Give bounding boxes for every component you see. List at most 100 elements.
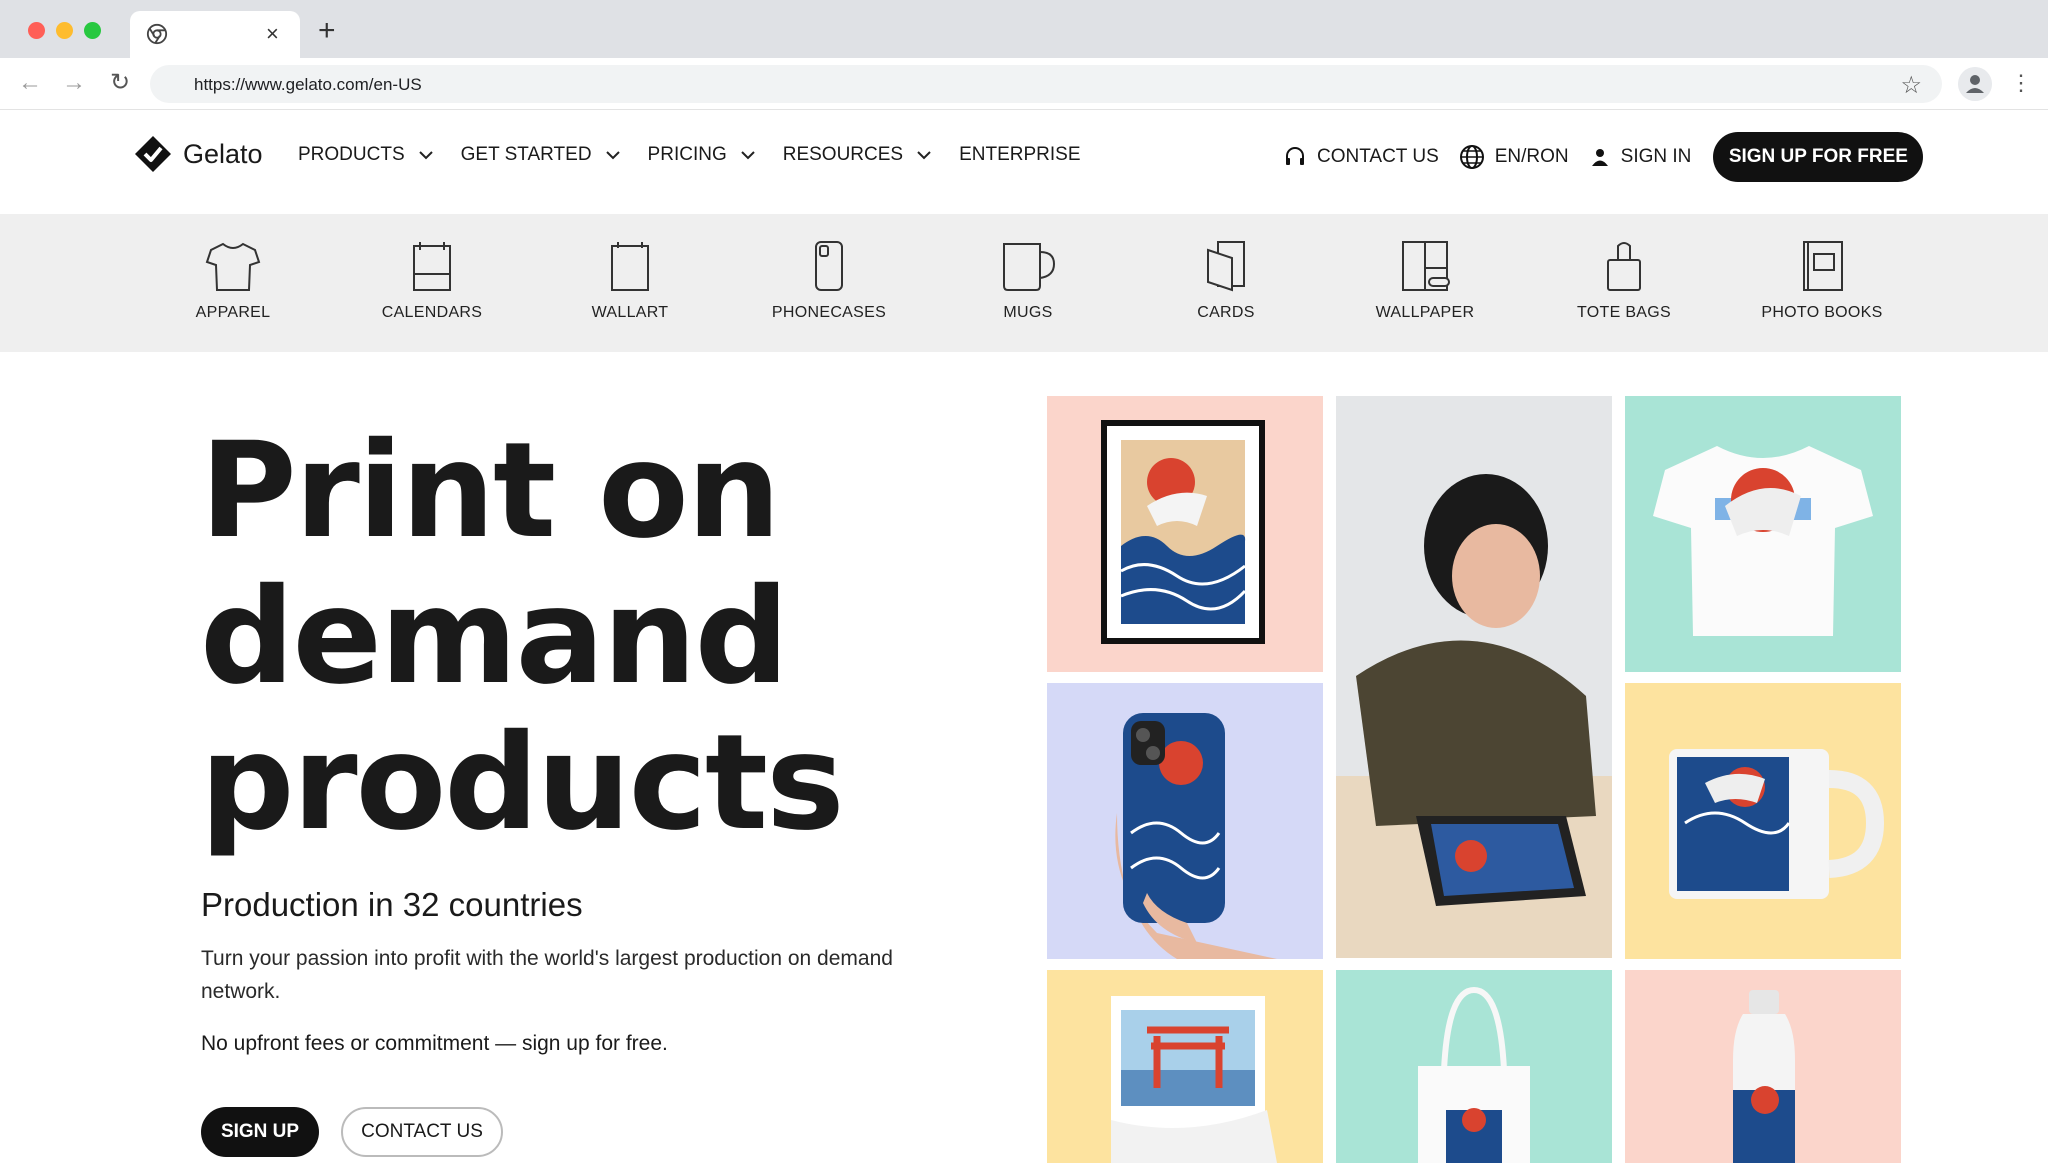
nav-pricing[interactable]: PRICING: [648, 144, 757, 166]
designer-photo-tile[interactable]: [1336, 396, 1612, 958]
back-arrow-icon[interactable]: ←: [16, 69, 44, 97]
bottle-image: [1733, 990, 1795, 1163]
nav-products-label: PRODUCTS: [298, 144, 405, 165]
bookmark-star-icon[interactable]: ☆: [1900, 71, 1922, 100]
hero-subtitle: Production in 32 countries: [201, 886, 583, 923]
category-calendars[interactable]: CALENDARS: [352, 238, 512, 322]
url-text[interactable]: https://www.gelato.com/en-US: [194, 75, 422, 95]
site-header: Gelato PRODUCTS GET STARTED PRICING RESO…: [0, 110, 2048, 214]
tshirt-image: [1653, 446, 1873, 636]
browser-tab[interactable]: ×: [130, 11, 300, 58]
chevron-down-icon: [917, 151, 931, 160]
hero-note: No upfront fees or commitment — sign up …: [201, 1032, 668, 1055]
category-bar: APPAREL CALENDARS WALLART PHONECASES MUG…: [0, 214, 2048, 352]
category-label: PHOTO BOOKS: [1761, 304, 1883, 321]
tab-close-icon[interactable]: ×: [266, 21, 279, 47]
reload-icon[interactable]: ↻: [106, 69, 134, 97]
totebag-icon: [1607, 242, 1641, 291]
forward-arrow-icon[interactable]: →: [60, 69, 88, 97]
category-phonecases[interactable]: PHONECASES: [749, 238, 909, 322]
designer-photo-image: [1336, 396, 1612, 958]
nav-resources-label: RESOURCES: [782, 144, 904, 165]
new-tab-button[interactable]: +: [318, 16, 336, 46]
address-bar[interactable]: https://www.gelato.com/en-US ☆: [150, 65, 1942, 103]
profile-avatar-icon[interactable]: [1958, 67, 1992, 101]
sign-in-link[interactable]: SIGN IN: [1589, 146, 1692, 168]
tote-bag-image: [1418, 986, 1530, 1163]
maximize-window-button[interactable]: [84, 22, 101, 39]
framed-print-tile[interactable]: [1047, 396, 1323, 672]
hero-description: Turn your passion into profit with the w…: [201, 947, 893, 1003]
sign-up-button[interactable]: SIGN UP: [201, 1107, 319, 1157]
mug-tile[interactable]: [1625, 683, 1901, 959]
language-selector[interactable]: EN/RON: [1459, 144, 1569, 170]
category-label: CARDS: [1197, 304, 1255, 321]
category-mugs[interactable]: MUGS: [948, 238, 1108, 322]
tote-bag-tile[interactable]: [1336, 970, 1612, 1163]
browser-tabbar: × +: [0, 0, 2048, 58]
logo-text: Gelato: [183, 138, 263, 169]
browser-toolbar: ← → ↻ https://www.gelato.com/en-US ☆ ⋮: [0, 58, 2048, 110]
headset-icon: [1286, 147, 1304, 165]
phonecase-icon: [815, 241, 843, 291]
wallart-icon: [611, 242, 649, 291]
language-label: EN/RON: [1494, 146, 1569, 167]
category-photo-books[interactable]: PHOTO BOOKS: [1742, 238, 1902, 322]
nav-enterprise-label: ENTERPRISE: [959, 144, 1081, 165]
calendar-image: [1111, 996, 1277, 1163]
category-label: WALLART: [591, 304, 669, 321]
contact-us-label: CONTACT US: [1317, 146, 1439, 167]
framed-print-image: [1101, 420, 1265, 644]
calendar-tile[interactable]: [1047, 970, 1323, 1163]
category-wallpaper[interactable]: WALLPAPER: [1345, 238, 1505, 322]
gelato-logo[interactable]: Gelato: [133, 134, 263, 174]
category-wallart[interactable]: WALLART: [550, 238, 710, 322]
sign-in-label: SIGN IN: [1620, 146, 1692, 167]
close-window-button[interactable]: [28, 22, 45, 39]
category-apparel[interactable]: APPAREL: [153, 238, 313, 322]
user-icon: [1591, 149, 1608, 166]
phonecase-image: [1115, 713, 1277, 959]
category-label: MUGS: [1003, 304, 1053, 321]
calendar-icon: [413, 242, 451, 291]
contact-us-button[interactable]: CONTACT US: [341, 1107, 503, 1157]
phonecase-tile[interactable]: [1047, 683, 1323, 959]
category-label: TOTE BAGS: [1577, 304, 1671, 321]
globe-icon: [1459, 145, 1484, 169]
photobook-icon: [1803, 241, 1843, 291]
header-actions: CONTACT US EN/RON SIGN IN SIGN UP FOR FR…: [1283, 132, 1924, 182]
minimize-window-button[interactable]: [56, 22, 73, 39]
tshirt-tile[interactable]: [1625, 396, 1901, 672]
nav-enterprise[interactable]: ENTERPRISE: [959, 144, 1080, 166]
nav-products[interactable]: PRODUCTS: [298, 144, 435, 166]
mug-icon: [1003, 243, 1056, 291]
category-tote-bags[interactable]: TOTE BAGS: [1544, 238, 1704, 322]
category-label: WALLPAPER: [1375, 304, 1475, 321]
contact-us-link[interactable]: CONTACT US: [1283, 145, 1439, 169]
browser-menu-icon[interactable]: ⋮: [2010, 70, 2032, 96]
hero-title-line: products: [200, 706, 845, 860]
sign-up-for-free-button[interactable]: SIGN UP FOR FREE: [1713, 132, 1924, 182]
hero-title: Print on demand products: [200, 414, 845, 860]
hero-title-line: demand: [200, 560, 789, 714]
nav-pricing-label: PRICING: [647, 144, 727, 165]
chrome-favicon-icon: [146, 23, 168, 45]
mug-image: [1669, 749, 1885, 899]
gelato-logo-icon: [135, 136, 171, 172]
category-label: CALENDARS: [381, 304, 483, 321]
main-nav: PRODUCTS GET STARTED PRICING RESOURCES E…: [298, 144, 1107, 166]
category-cards[interactable]: CARDS: [1146, 238, 1306, 322]
hero-title-line: Print on: [200, 414, 781, 568]
chevron-down-icon: [741, 151, 755, 160]
category-label: APPAREL: [195, 304, 271, 321]
nav-get-started-label: GET STARTED: [460, 144, 592, 165]
tshirt-icon: [205, 242, 261, 291]
chevron-down-icon: [418, 151, 433, 160]
chevron-down-icon: [605, 151, 620, 160]
nav-resources[interactable]: RESOURCES: [783, 144, 933, 166]
bottle-tile[interactable]: [1625, 970, 1901, 1163]
nav-get-started[interactable]: GET STARTED: [461, 144, 622, 166]
wallpaper-icon: [1402, 241, 1450, 291]
cards-icon: [1207, 241, 1245, 292]
category-label: PHONECASES: [771, 304, 887, 321]
